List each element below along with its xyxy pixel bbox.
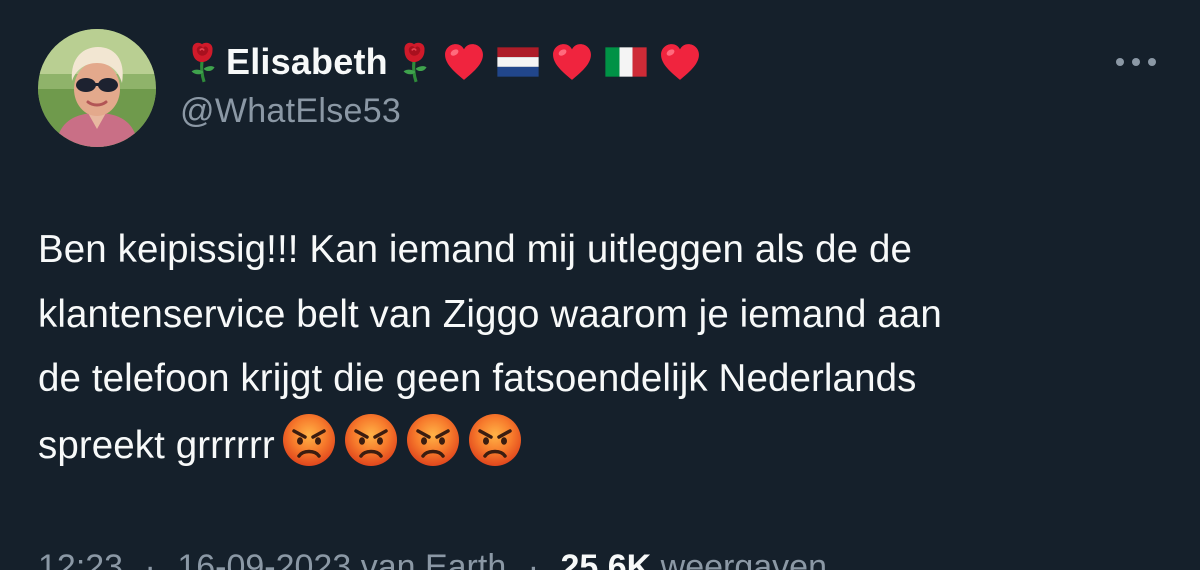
tweet-text-line: spreekt grrrrrr bbox=[38, 423, 275, 467]
tweet-time[interactable]: 12:23 bbox=[38, 548, 123, 570]
netherlands-flag-emoji bbox=[496, 43, 540, 81]
tweet-text: Ben keipissig!!! Kan iemand mij uitlegge… bbox=[38, 218, 1163, 478]
tweet-date[interactable]: 16-09-2023 bbox=[177, 548, 351, 570]
red-heart-emoji bbox=[658, 42, 702, 82]
more-dots-icon bbox=[1116, 58, 1156, 66]
pouting-face-emoji bbox=[405, 411, 461, 468]
views-count[interactable]: 25,6K bbox=[560, 548, 651, 570]
tweet-text-line: Ben keipissig!!! Kan iemand mij uitlegge… bbox=[38, 228, 913, 271]
avatar[interactable] bbox=[38, 29, 156, 147]
pouting-face-emoji bbox=[281, 411, 337, 468]
author-display-name[interactable]: Elisabeth bbox=[226, 41, 388, 83]
more-options-button[interactable] bbox=[1112, 52, 1160, 72]
tweet-text-line-last: spreekt grrrrrr bbox=[38, 411, 1163, 479]
tweet-text-line: klantenservice belt van Ziggo waarom je … bbox=[38, 292, 942, 336]
tweet-text-line: de telefoon krijgt die geen fatsoendelij… bbox=[38, 357, 917, 400]
red-heart-emoji bbox=[442, 42, 486, 82]
italy-flag-emoji bbox=[604, 43, 648, 81]
rose-emoji bbox=[396, 40, 432, 84]
tweet-meta: 12:23 · 16-09-2023 van Earth · 25,6K wee… bbox=[38, 548, 827, 570]
author-handle[interactable]: @WhatElse53 bbox=[180, 92, 401, 131]
tweet-card[interactable]: Elisabeth @WhatElse53 Ben keipissig!!! K… bbox=[0, 0, 1200, 570]
tweet-source: van Earth bbox=[360, 548, 507, 570]
red-heart-emoji bbox=[550, 42, 594, 82]
views-label: weergaven bbox=[660, 548, 827, 570]
pouting-face-emoji bbox=[467, 411, 523, 468]
author-name-row[interactable]: Elisabeth bbox=[184, 36, 702, 88]
pouting-face-emoji bbox=[343, 411, 399, 468]
rose-emoji bbox=[184, 40, 220, 84]
